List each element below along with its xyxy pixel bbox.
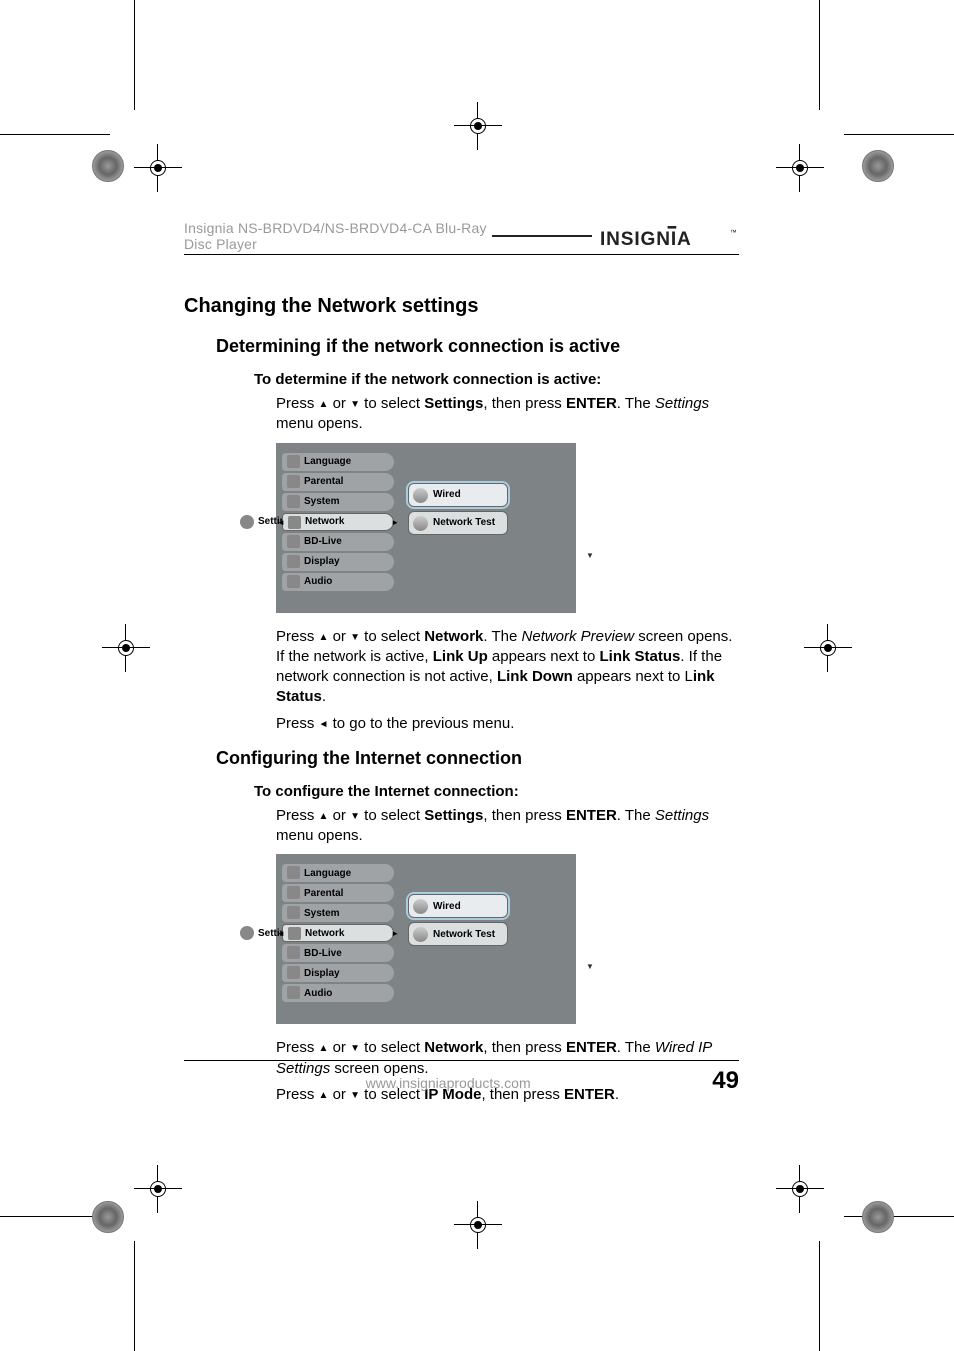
up-arrow-icon <box>319 1039 329 1056</box>
down-arrow-icon <box>350 395 360 412</box>
menu-item-bdlive: BD-Live <box>282 533 394 551</box>
crop-line <box>819 0 820 110</box>
down-caret-icon: ▼ <box>586 962 594 971</box>
menu-item-display: Display <box>282 964 394 982</box>
down-caret-icon: ▼ <box>586 551 594 560</box>
registration-mark-icon <box>810 630 846 666</box>
crop-line <box>844 1216 954 1217</box>
menu-item-network: ◄Network► <box>282 924 394 942</box>
audio-icon <box>287 986 300 999</box>
menu-item-display: Display <box>282 553 394 571</box>
down-arrow-icon <box>350 1039 360 1056</box>
crop-line <box>844 134 954 135</box>
crop-line <box>134 1241 135 1351</box>
option-wired: Wired <box>408 483 508 507</box>
gear-icon <box>240 515 254 529</box>
up-arrow-icon <box>319 395 329 412</box>
heading-2: Configuring the Internet connection <box>216 748 739 769</box>
crop-line <box>134 0 135 110</box>
down-arrow-icon <box>350 807 360 824</box>
option-network-test: Network Test <box>408 511 508 535</box>
menu-item-audio: Audio <box>282 573 394 591</box>
crop-line <box>0 134 110 135</box>
svg-text:INSIGNIA: INSIGNIA <box>600 229 692 250</box>
settings-menu-screenshot: Settings Language Parental System ▲ ◄Net… <box>276 854 576 1024</box>
instruction-text: Press or to select Settings, then press … <box>276 806 739 847</box>
instruction-text: Press to go to the previous menu. <box>276 714 739 734</box>
page-content: Insignia NS-BRDVD4/NS-BRDVD4-CA Blu-Ray … <box>184 220 739 1111</box>
display-icon <box>287 966 300 979</box>
language-icon <box>287 866 300 879</box>
network-test-icon <box>413 516 428 531</box>
bdlive-icon <box>287 946 300 959</box>
menu-item-parental: Parental <box>282 473 394 491</box>
registration-mark-icon <box>460 1207 496 1243</box>
registration-mark-icon <box>460 108 496 144</box>
bdlive-icon <box>287 535 300 548</box>
option-wired: Wired <box>408 894 508 918</box>
network-test-icon <box>413 927 428 942</box>
instruction-text: Press or to select Settings, then press … <box>276 394 739 435</box>
down-arrow-icon <box>350 628 360 645</box>
language-icon <box>287 455 300 468</box>
parental-icon <box>287 886 300 899</box>
menu-item-bdlive: BD-Live <box>282 944 394 962</box>
parental-icon <box>287 475 300 488</box>
menu-item-audio: Audio <box>282 984 394 1002</box>
page-footer: www.insigniaproducts.com 49 <box>184 1060 739 1095</box>
display-icon <box>287 555 300 568</box>
heading-1: Changing the Network settings <box>184 295 739 318</box>
crop-line <box>819 1241 820 1351</box>
heading-3: To configure the Internet connection: <box>254 783 739 800</box>
menu-item-parental: Parental <box>282 884 394 902</box>
network-icon <box>288 516 301 529</box>
brand-line <box>492 235 592 237</box>
network-icon <box>288 927 301 940</box>
up-arrow-icon <box>319 628 329 645</box>
heading-3: To determine if the network connection i… <box>254 371 739 388</box>
menu-item-system: System <box>282 904 394 922</box>
menu-item-language: Language <box>282 453 394 471</box>
page-number: 49 <box>712 1067 739 1095</box>
system-icon <box>287 906 300 919</box>
wired-icon <box>413 488 428 503</box>
footer-url: www.insigniaproducts.com <box>366 1075 531 1091</box>
audio-icon <box>287 575 300 588</box>
menu-item-network: ◄Network► <box>282 513 394 531</box>
menu-item-language: Language <box>282 864 394 882</box>
wired-icon <box>413 899 428 914</box>
product-header: Insignia NS-BRDVD4/NS-BRDVD4-CA Blu-Ray … <box>184 220 492 252</box>
left-arrow-icon <box>319 715 329 732</box>
heading-2: Determining if the network connection is… <box>216 336 739 357</box>
instruction-text: Press or to select Network. The Network … <box>276 627 739 708</box>
page-header: Insignia NS-BRDVD4/NS-BRDVD4-CA Blu-Ray … <box>184 220 739 255</box>
gear-icon <box>240 926 254 940</box>
registration-mark-icon <box>108 630 144 666</box>
menu-item-system: System <box>282 493 394 511</box>
svg-text:™: ™ <box>730 230 737 237</box>
system-icon <box>287 495 300 508</box>
up-arrow-icon <box>319 807 329 824</box>
settings-menu-screenshot: Settings Language Parental System ▲ ◄Net… <box>276 443 576 613</box>
option-network-test: Network Test <box>408 922 508 946</box>
brand-logo: INSIGNIA ™ <box>600 226 739 252</box>
